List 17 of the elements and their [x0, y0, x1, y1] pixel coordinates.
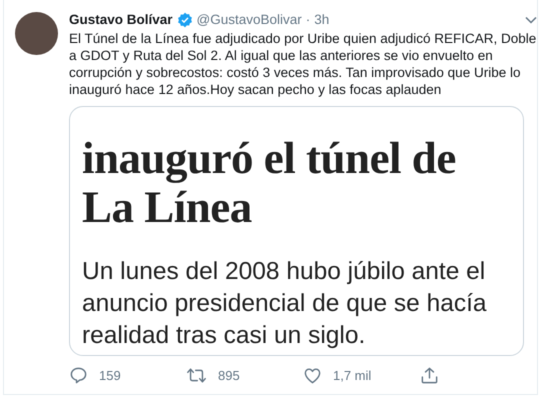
reply-icon[interactable]: [69, 366, 88, 385]
heart-icon[interactable]: [303, 366, 322, 385]
author-handle[interactable]: @GustavoBolivar: [196, 12, 302, 28]
chevron-icon[interactable]: [525, 16, 537, 24]
separator: ·: [306, 12, 310, 28]
retweet-icon[interactable]: [186, 366, 207, 385]
tweet-time[interactable]: 3h: [314, 12, 330, 28]
avatar[interactable]: [15, 12, 58, 55]
author-name[interactable]: Gustavo Bolívar: [69, 12, 173, 28]
article-text: Un lunes del 2008 hubo júbilo ante el anuncio presidencial de que se hacía realidad tras casi un siglo.: [82, 256, 488, 351]
share-icon[interactable]: [420, 366, 439, 385]
reply-count: 159: [99, 368, 121, 383]
article-headline: inauguró el túnel de La Línea: [82, 134, 457, 232]
like-count: 1,7 mil: [333, 368, 372, 383]
media-card[interactable]: inauguró el túnel de La Línea Un lunes del 2008 hubo júbilo ante el anuncio presidencial de que se hacía realidad tras casi un siglo.: [69, 106, 524, 356]
retweet-count: 895: [218, 368, 240, 383]
tweet-text: El Túnel de la Línea fue adjudicado por Uribe quien adjudicó REFICAR, Doble a GDOT y Ruta del Sol 2. Al igual que las anteriores se vio envuelto en corrupción y sobrecostos: costó 3 veces más. Tan improvisado que Uribe lo inauguró hace 12 años.Hoy sacan pecho y las focas aplauden: [69, 30, 537, 98]
